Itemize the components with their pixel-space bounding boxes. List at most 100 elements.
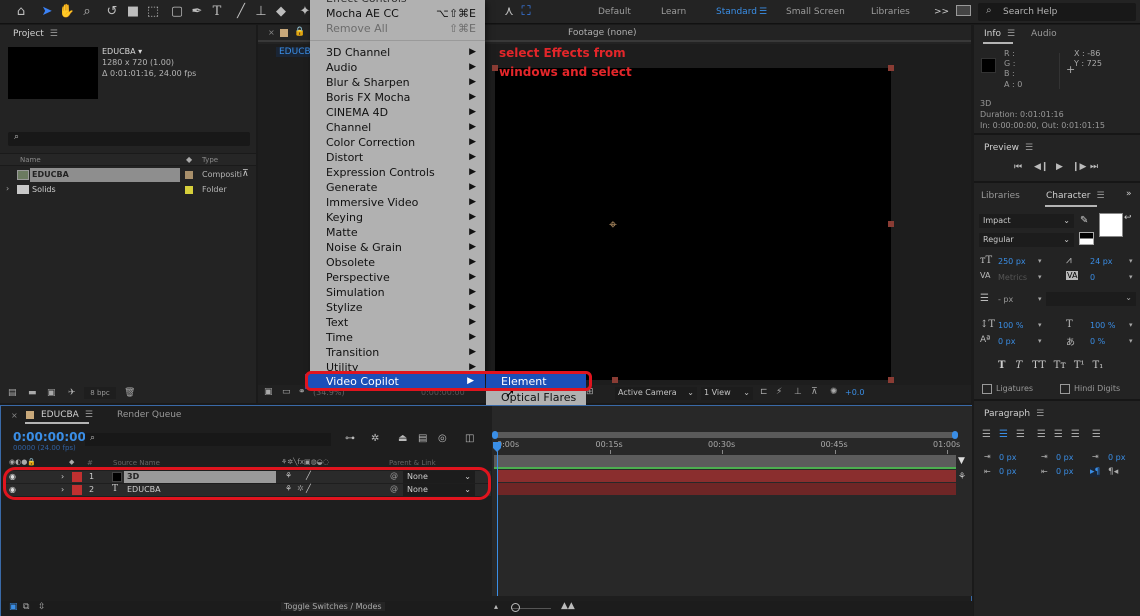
rtl-direction-button[interactable]: ¶◂ (1108, 467, 1118, 477)
column-name[interactable]: Name (20, 156, 41, 164)
workspace-libraries[interactable]: Libraries (871, 7, 910, 17)
comp-flowchart-icon[interactable]: ⊶ (345, 433, 355, 444)
space-after-value[interactable]: 0 px (1056, 467, 1073, 476)
toggle-switches-modes-button[interactable]: Toggle Switches / Modes (281, 602, 385, 611)
project-item-solids[interactable]: › Solids Folder (0, 183, 256, 197)
zoom-out-icon[interactable]: ▴ (494, 602, 498, 611)
small-caps-button[interactable]: Tт (1054, 360, 1066, 371)
all-caps-button[interactable]: TT (1032, 360, 1046, 371)
anchor-point-icon[interactable]: ⌖ (609, 217, 617, 233)
workspace-learn[interactable]: Learn (661, 7, 686, 17)
more-panels-icon[interactable]: » (1126, 189, 1132, 199)
stroke-width-value[interactable]: - px (998, 295, 1013, 304)
exposure-icon[interactable]: ✺ (830, 387, 838, 397)
menu-item-cinema-4d[interactable]: CINEMA 4D ▶ (310, 105, 485, 120)
draft-3d-icon[interactable]: ✲ (371, 433, 379, 444)
eraser-tool-icon[interactable]: ◆ (272, 3, 290, 21)
menu-item-expression-controls[interactable]: Expression Controls ▶ (310, 165, 485, 180)
swap-colors-icon[interactable]: ↩ (1124, 213, 1132, 223)
paragraph-title[interactable]: Paragraph ☰ (984, 409, 1044, 419)
tab-character[interactable]: Character ☰ (1046, 191, 1105, 201)
tab-render-queue[interactable]: Render Queue (117, 410, 181, 420)
camera-tool-icon[interactable]: ■ (124, 3, 142, 21)
column-source-name[interactable]: Source Name (113, 459, 160, 467)
transfer-controls-icon[interactable]: ⧉ (23, 602, 29, 612)
preview-title[interactable]: Preview ☰ (984, 143, 1033, 153)
chevron-down-icon[interactable]: ▾ (1038, 337, 1042, 345)
kerning-value[interactable]: Metrics (998, 273, 1027, 282)
eyedropper-icon[interactable]: ✎ (1080, 215, 1088, 226)
layer-bar-2[interactable] (498, 483, 956, 495)
in-out-panes-icon[interactable]: ⇳ (38, 602, 46, 612)
zoom-tool-icon[interactable]: ⌕ (78, 3, 96, 21)
hand-tool-icon[interactable]: ✋ (58, 3, 76, 21)
snapping-icon[interactable]: ⛶ (517, 3, 535, 21)
ltr-direction-button[interactable]: ▸¶ (1090, 467, 1101, 477)
motion-blur-icon[interactable]: ◎ (438, 433, 447, 444)
faux-bold-button[interactable]: T (998, 360, 1005, 371)
transform-handle[interactable] (888, 65, 894, 71)
justify-all-button[interactable]: ☰ (1092, 429, 1101, 440)
label-swatch[interactable] (185, 171, 193, 179)
panel-menu-icon[interactable]: ☰ (1096, 191, 1104, 201)
timeline-graph[interactable]: 0:00s 00:15s 00:30s 00:45s 01:00s ▼ ⚘ (492, 406, 972, 596)
menu-item-simulation[interactable]: Simulation ▶ (310, 285, 485, 300)
view-options-icon[interactable]: ⊏ (760, 387, 768, 397)
more-workspaces-button[interactable]: >> (934, 7, 949, 17)
indent-right-value[interactable]: 0 px (999, 467, 1016, 476)
menu-item-noise-grain[interactable]: Noise & Grain ▶ (310, 240, 485, 255)
menu-item-boris-fx-mocha[interactable]: Boris FX Mocha ▶ (310, 90, 485, 105)
menu-item-distort[interactable]: Distort ▶ (310, 150, 485, 165)
indent-left-value[interactable]: 0 px (999, 453, 1016, 462)
tab-audio[interactable]: Audio (1031, 29, 1057, 39)
chevron-down-icon[interactable]: ▾ (1038, 257, 1042, 265)
transform-handle[interactable] (492, 65, 498, 71)
menu-item-3d-channel[interactable]: 3D Channel ▶ (310, 45, 485, 60)
rotate-tool-icon[interactable]: ↺ (103, 3, 121, 21)
trash-icon[interactable]: 🗑 (124, 388, 135, 398)
transform-handle[interactable] (888, 377, 894, 383)
menu-item-stylize[interactable]: Stylize ▶ (310, 300, 485, 315)
tab-info[interactable]: Info ☰ (984, 29, 1015, 39)
work-area-bar[interactable] (494, 455, 956, 467)
menu-item-mocha-ae[interactable]: Mocha AE CC ⌥⇧⌘E (310, 6, 485, 21)
comp-button-icon[interactable]: ⚘ (958, 472, 966, 482)
render-icon[interactable]: ✈ (68, 388, 76, 398)
current-timecode[interactable]: 0:00:00:00 (13, 430, 86, 444)
ligatures-checkbox[interactable] (982, 384, 992, 394)
exposure-value[interactable]: +0.0 (842, 387, 867, 400)
home-icon[interactable]: ⌂ (12, 3, 30, 21)
next-frame-icon[interactable]: ❙▶ (1072, 162, 1086, 172)
first-line-indent-value[interactable]: 0 px (1108, 453, 1125, 462)
fast-preview-icon[interactable]: ⚡ (776, 387, 782, 397)
superscript-button[interactable]: T¹ (1074, 360, 1085, 371)
menu-item-obsolete[interactable]: Obsolete ▶ (310, 255, 485, 270)
type-tool-icon[interactable]: T (208, 3, 226, 21)
horizontal-scale-value[interactable]: 100 % (1090, 321, 1115, 330)
tab-libraries[interactable]: Libraries (981, 191, 1020, 201)
leading-value[interactable]: 24 px (1090, 257, 1113, 266)
chevron-down-icon[interactable]: ▾ (1129, 337, 1133, 345)
chevron-down-icon[interactable]: ▾ (1129, 321, 1133, 329)
transform-handle[interactable] (888, 221, 894, 227)
chevron-down-icon[interactable]: ▾ (1038, 295, 1042, 303)
clone-stamp-tool-icon[interactable]: ⊥ (252, 3, 270, 21)
panel-menu-icon[interactable]: ☰ (1007, 29, 1015, 39)
justify-center-button[interactable]: ☰ (1054, 429, 1063, 440)
brush-tool-icon[interactable]: ╱ (232, 3, 250, 21)
pan-behind-tool-icon[interactable]: ⬚ (144, 3, 162, 21)
faux-italic-button[interactable]: T (1015, 360, 1022, 371)
graph-editor-icon[interactable]: ◫ (465, 433, 474, 444)
panel-menu-icon[interactable]: ☰ (1025, 143, 1033, 153)
close-icon[interactable]: × (268, 28, 275, 37)
chevron-down-icon[interactable]: ▾ (1038, 273, 1042, 281)
lock-icon[interactable]: 🔒 (294, 27, 305, 37)
layer-switches-toggle-icon[interactable]: ▣ (9, 602, 18, 612)
menu-item-blur-sharpen[interactable]: Blur & Sharpen ▶ (310, 75, 485, 90)
navigator-start-handle[interactable] (492, 431, 498, 439)
last-frame-icon[interactable]: ⏭ (1090, 162, 1098, 172)
align-right-button[interactable]: ☰ (1016, 429, 1025, 440)
align-center-button[interactable]: ☰ (999, 429, 1008, 440)
workspace-default[interactable]: Default (598, 7, 631, 17)
workspace-menu-icon[interactable]: ☰ (759, 7, 767, 17)
